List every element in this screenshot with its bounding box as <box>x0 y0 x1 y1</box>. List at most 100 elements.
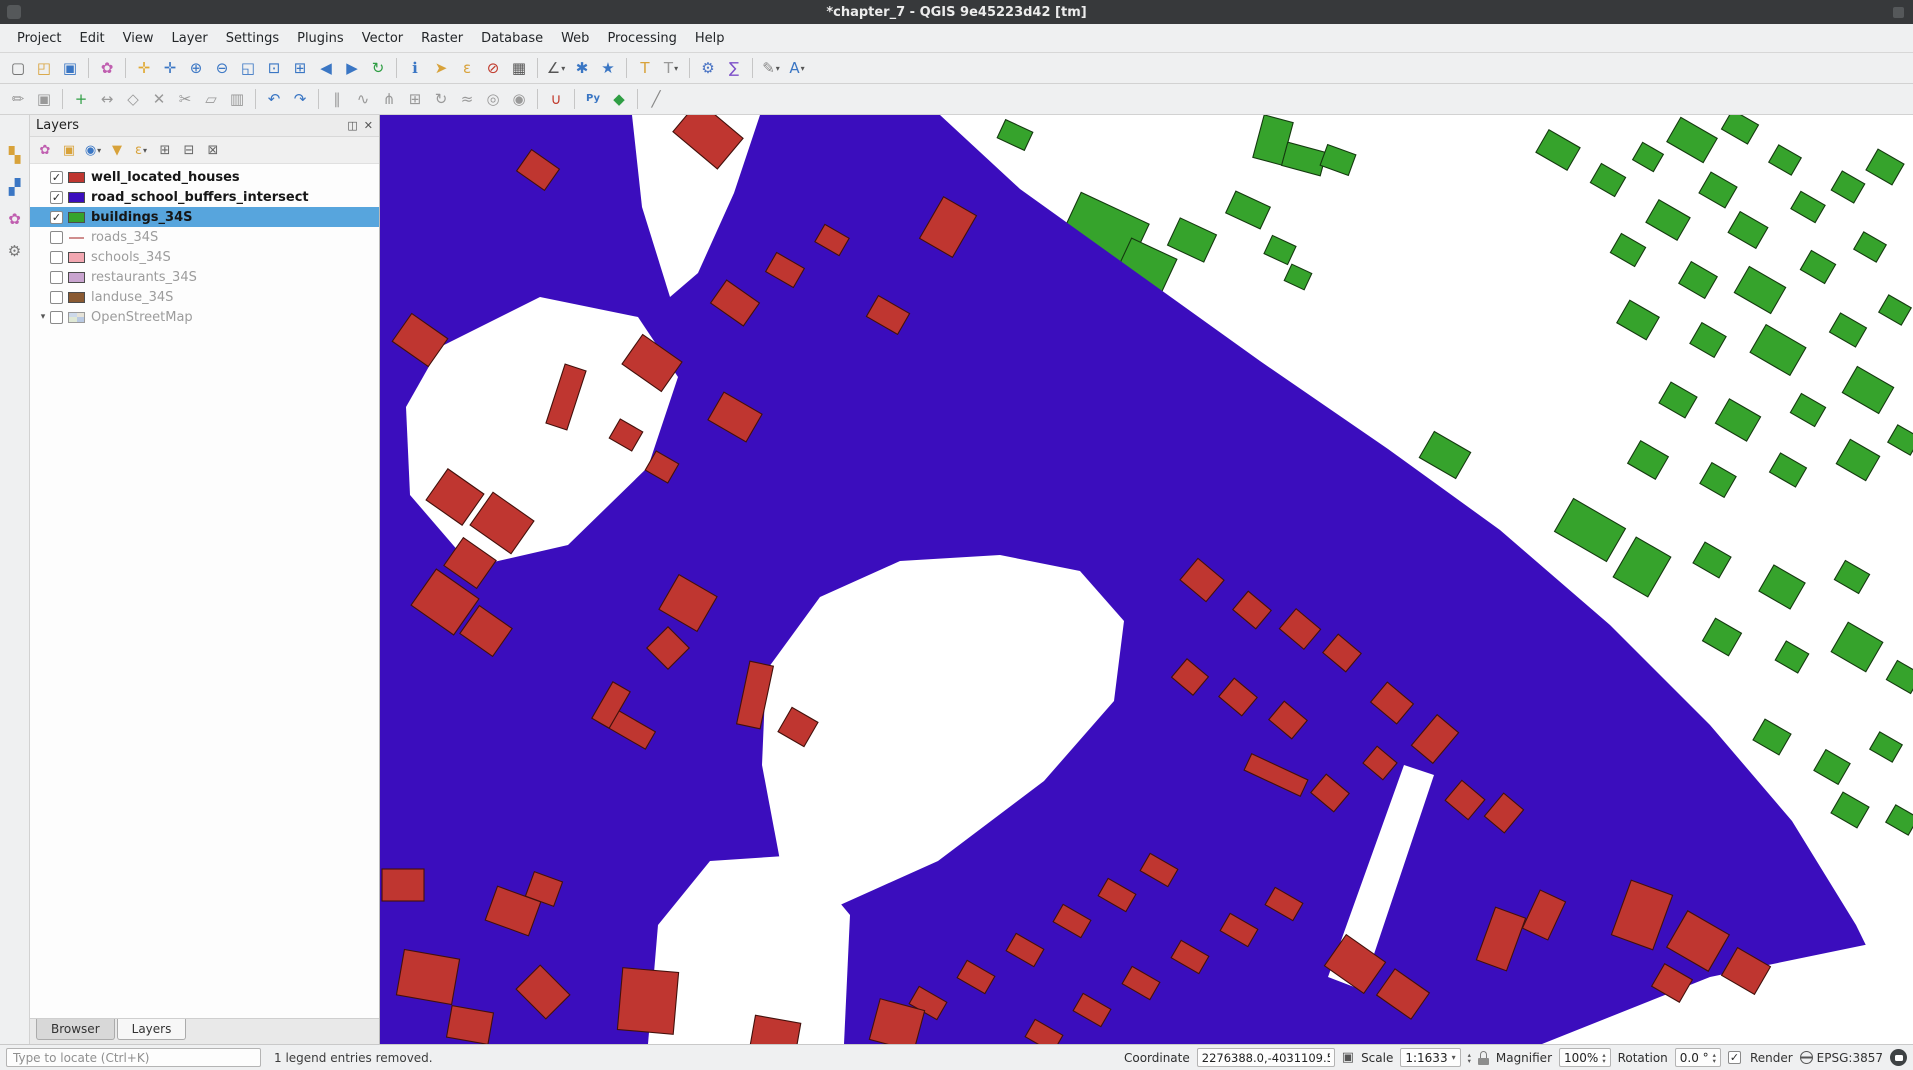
toolbar-icon-split-features[interactable]: ⋔ <box>377 87 401 111</box>
menu-project[interactable]: Project <box>8 26 70 51</box>
menu-view[interactable]: View <box>114 26 163 51</box>
toolbar-icon-zoom-full[interactable]: ◱ <box>236 56 260 80</box>
layer-visibility-checkbox[interactable]: ✓ <box>50 191 63 204</box>
toolbar-icon-save-edits[interactable]: ▣ <box>32 87 56 111</box>
layer-visibility-checkbox[interactable] <box>50 251 63 264</box>
toolbar-icon-move-feature[interactable]: ↔ <box>95 87 119 111</box>
render-checkbox[interactable]: ✓ Render <box>1728 1051 1793 1065</box>
menu-database[interactable]: Database <box>472 26 552 51</box>
toolbar-icon-merge-features[interactable]: ⊞ <box>403 87 427 111</box>
toolbar-icon-refresh-map[interactable]: ↻ <box>366 56 390 80</box>
spin-down-icon[interactable]: ▾ <box>1602 1058 1605 1064</box>
toolbar-icon-zoom-next[interactable]: ▶ <box>340 56 364 80</box>
spin-down-icon[interactable]: ▾ <box>1713 1058 1716 1064</box>
toolbar-icon-select-by-expression[interactable]: ε <box>455 56 479 80</box>
layer-visibility-checkbox[interactable] <box>50 291 63 304</box>
toolbar-icon-identify-features[interactable]: ℹ <box>403 56 427 80</box>
toolbar-icon-toggle-editing[interactable]: ✏ <box>6 87 30 111</box>
toolbar-icon-open-project[interactable]: ◰ <box>32 56 56 80</box>
layer-item-openstreetmap[interactable]: ▾OpenStreetMap <box>30 307 379 327</box>
toolbar-icon-layer-labeling[interactable]: T <box>633 56 657 80</box>
layer-item-landuse_34s[interactable]: landuse_34S <box>30 287 379 307</box>
lock-scale-icon[interactable] <box>1478 1051 1489 1065</box>
crs-indicator[interactable]: EPSG:3857 <box>1800 1051 1883 1065</box>
toolbar-icon-python-console[interactable]: Py <box>581 87 605 111</box>
menu-layer[interactable]: Layer <box>163 26 217 51</box>
panel-toolbar-icon-collapse-all[interactable]: ⊟ <box>178 139 200 161</box>
toolbar-icon-zoom-last[interactable]: ◀ <box>314 56 338 80</box>
panel-tab-browser[interactable]: Browser <box>36 1019 115 1040</box>
close-panel-icon[interactable]: ✕ <box>364 119 373 132</box>
spin-down-icon[interactable]: ▾ <box>1468 1058 1471 1064</box>
toolbar-icon-open-attribute-table[interactable]: ▦ <box>507 56 531 80</box>
layer-item-well_located_houses[interactable]: ✓well_located_houses <box>30 167 379 187</box>
magnifier-spinbox[interactable]: 100% ▴ ▾ <box>1559 1048 1611 1067</box>
toolbar-icon-pan-map[interactable]: ✛ <box>132 56 156 80</box>
scale-combo[interactable]: 1:1633 ▾ <box>1400 1048 1460 1067</box>
layer-visibility-checkbox[interactable] <box>50 311 63 324</box>
toolbar-icon-statistical-summary[interactable]: ∑ <box>722 56 746 80</box>
panel-toolbar-icon-manage-map-themes[interactable]: ◉▾ <box>82 139 104 161</box>
extent-icon[interactable]: ▣ <box>1342 1050 1354 1065</box>
map-canvas[interactable] <box>380 115 1913 1044</box>
toolbar-icon-snapping-options[interactable]: ∪ <box>544 87 568 111</box>
toolbar-icon-redo[interactable]: ↷ <box>288 87 312 111</box>
layer-visibility-checkbox[interactable]: ✓ <box>50 211 63 224</box>
layer-visibility-checkbox[interactable] <box>50 271 63 284</box>
menu-web[interactable]: Web <box>552 26 598 51</box>
toolbar-icon-pan-to-selection[interactable]: ✛ <box>158 56 182 80</box>
window-button[interactable] <box>1893 7 1904 18</box>
chevron-down-icon[interactable]: ▾ <box>1452 1053 1456 1062</box>
layer-item-restaurants_34s[interactable]: restaurants_34S <box>30 267 379 287</box>
layer-item-roads_34s[interactable]: roads_34S <box>30 227 379 247</box>
toolbar-icon-text-annotation[interactable]: A▾ <box>785 56 809 80</box>
panel-toolbar-icon-add-group[interactable]: ▣ <box>58 139 80 161</box>
toolbar-icon-cut-features[interactable]: ✂ <box>173 87 197 111</box>
rotation-spinner[interactable]: ▴ ▾ <box>1713 1052 1716 1064</box>
menu-help[interactable]: Help <box>686 26 734 51</box>
toolbar-icon-processing-panel[interactable]: ⚙ <box>3 239 27 263</box>
menu-raster[interactable]: Raster <box>412 26 472 51</box>
toolbar-icon-zoom-in[interactable]: ⊕ <box>184 56 208 80</box>
toolbar-icon-vertex-tool[interactable]: ◇ <box>121 87 145 111</box>
layer-item-schools_34s[interactable]: schools_34S <box>30 247 379 267</box>
scale-spinner[interactable]: ▴ ▾ <box>1468 1052 1471 1064</box>
coordinate-input[interactable] <box>1197 1048 1335 1067</box>
render-check-icon[interactable]: ✓ <box>1728 1051 1741 1064</box>
layer-item-buildings_34s[interactable]: ✓buildings_34S <box>30 207 379 227</box>
menu-vector[interactable]: Vector <box>353 26 412 51</box>
toolbar-icon-zoom-to-layer[interactable]: ⊞ <box>288 56 312 80</box>
toolbar-icon-offset-curve[interactable]: ∥ <box>325 87 349 111</box>
menu-settings[interactable]: Settings <box>217 26 288 51</box>
float-panel-icon[interactable]: ◫ <box>347 119 357 132</box>
toolbar-icon-add-feature[interactable]: + <box>69 87 93 111</box>
toolbar-icon-save-project[interactable]: ▣ <box>58 56 82 80</box>
toolbar-icon-draw-line[interactable]: ╱ <box>644 87 668 111</box>
toolbar-icon-simplify-feature[interactable]: ≈ <box>455 87 479 111</box>
panel-toolbar-icon-filter-by-expression[interactable]: ε▾ <box>130 139 152 161</box>
toolbar-icon-processing-toolbox[interactable]: ⚙ <box>696 56 720 80</box>
toolbar-icon-undo[interactable]: ↶ <box>262 87 286 111</box>
panel-tab-layers[interactable]: Layers <box>117 1019 187 1040</box>
toolbar-icon-rotate-feature[interactable]: ↻ <box>429 87 453 111</box>
toolbar-icon-deselect-features[interactable]: ⊘ <box>481 56 505 80</box>
panel-toolbar-icon-remove-layer[interactable]: ⊠ <box>202 139 224 161</box>
layer-visibility-checkbox[interactable] <box>50 231 63 244</box>
toolbar-icon-new-project[interactable]: ▢ <box>6 56 30 80</box>
toolbar-icon-browser-panel[interactable]: ▚ <box>3 143 27 167</box>
expand-arrow-icon[interactable]: ▾ <box>36 312 50 322</box>
toolbar-icon-zoom-out[interactable]: ⊖ <box>210 56 234 80</box>
toolbar-icon-delete-selected[interactable]: ✕ <box>147 87 171 111</box>
toolbar-icon-map-tips[interactable]: ✱ <box>570 56 594 80</box>
toolbar-icon-zoom-to-selection[interactable]: ⊡ <box>262 56 286 80</box>
toolbar-icon-style-manager[interactable]: ✿ <box>95 56 119 80</box>
toolbar-icon-annotation[interactable]: ✎▾ <box>759 56 783 80</box>
toolbar-icon-select-features[interactable]: ➤ <box>429 56 453 80</box>
toolbar-icon-fill-ring[interactable]: ◉ <box>507 87 531 111</box>
menu-edit[interactable]: Edit <box>70 26 113 51</box>
toolbar-icon-plugin-manager[interactable]: ◆ <box>607 87 631 111</box>
toolbar-icon-measure[interactable]: ∠▾ <box>544 56 568 80</box>
locate-input[interactable] <box>6 1048 261 1067</box>
toolbar-icon-label-options[interactable]: T▾ <box>659 56 683 80</box>
toolbar-icon-new-bookmark[interactable]: ★ <box>596 56 620 80</box>
